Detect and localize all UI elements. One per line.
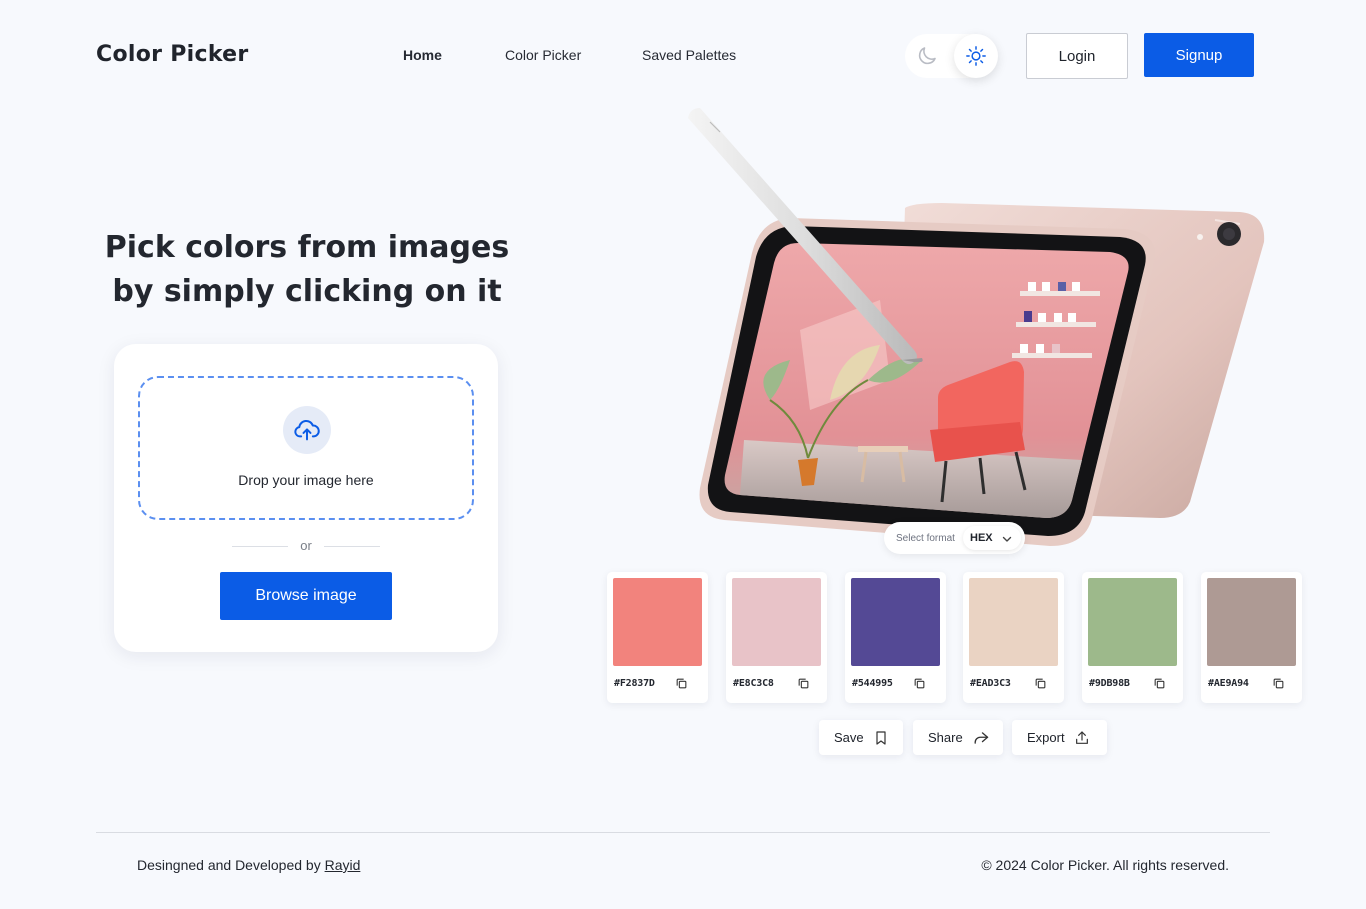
nav-color-picker[interactable]: Color Picker [505, 47, 581, 63]
save-button[interactable]: Save [819, 720, 903, 755]
login-button[interactable]: Login [1026, 33, 1128, 79]
cloud-upload-icon [283, 406, 331, 454]
swatch-color-chip[interactable] [732, 578, 821, 666]
divider-line-right [324, 546, 380, 547]
footer-credit: Desingned and Developed by Rayid [137, 857, 360, 873]
nav-home[interactable]: Home [403, 47, 442, 63]
swatch-color-chip[interactable] [613, 578, 702, 666]
format-selector: Select format HEX [884, 522, 1025, 554]
headline-line-1: Pick colors from images [104, 230, 510, 265]
format-value: HEX [970, 532, 993, 544]
swatch-hex-code: #E8C3C8 [733, 678, 774, 689]
footer-copyright: © 2024 Color Picker. All rights reserved… [981, 857, 1229, 873]
or-label: or [300, 538, 312, 553]
format-label: Select format [896, 533, 955, 544]
swatch-color-chip[interactable] [1207, 578, 1296, 666]
export-label: Export [1027, 730, 1065, 745]
share-button[interactable]: Share [913, 720, 1003, 755]
upload-icon [1075, 730, 1088, 744]
image-dropzone[interactable]: Drop your image here [138, 376, 474, 520]
color-swatch[interactable]: #EAD3C3 [963, 572, 1064, 703]
format-dropdown[interactable]: HEX [963, 526, 1021, 550]
copy-icon[interactable] [675, 677, 688, 690]
bookmark-icon [876, 730, 886, 745]
swatch-color-chip[interactable] [851, 578, 940, 666]
color-swatch[interactable]: #544995 [845, 572, 946, 703]
color-swatch[interactable]: #9DB98B [1082, 572, 1183, 703]
swatch-hex-code: #9DB98B [1089, 678, 1130, 689]
share-arrow-icon [974, 731, 988, 744]
share-label: Share [928, 730, 963, 745]
copy-icon[interactable] [1272, 677, 1285, 690]
swatch-hex-code: #F2837D [614, 678, 655, 689]
hero-headline: Pick colors from images by simply clicki… [98, 226, 516, 314]
drop-text: Drop your image here [238, 472, 374, 488]
credit-prefix: Desingned and Developed by [137, 857, 325, 873]
author-link[interactable]: Rayid [325, 857, 361, 873]
copy-icon[interactable] [797, 677, 810, 690]
headline-line-2: by simply clicking on it [112, 274, 502, 309]
or-divider: or [114, 538, 498, 554]
swatch-color-chip[interactable] [1088, 578, 1177, 666]
swatch-hex-code: #EAD3C3 [970, 678, 1011, 689]
copy-icon[interactable] [1153, 677, 1166, 690]
brand-logo[interactable]: Color Picker [96, 42, 249, 67]
sun-icon[interactable] [954, 34, 998, 78]
chevron-down-icon [1002, 536, 1012, 542]
moon-icon[interactable] [915, 44, 939, 68]
color-swatch[interactable]: #AE9A94 [1201, 572, 1302, 703]
nav-saved-palettes[interactable]: Saved Palettes [642, 47, 736, 63]
copy-icon[interactable] [913, 677, 926, 690]
swatch-hex-code: #AE9A94 [1208, 678, 1249, 689]
upload-card: Drop your image here or Browse image [114, 344, 498, 652]
swatch-hex-code: #544995 [852, 678, 893, 689]
save-label: Save [834, 730, 864, 745]
color-swatch[interactable]: #E8C3C8 [726, 572, 827, 703]
swatch-color-chip[interactable] [969, 578, 1058, 666]
signup-button[interactable]: Signup [1144, 33, 1254, 77]
color-swatch[interactable]: #F2837D [607, 572, 708, 703]
theme-toggle[interactable] [905, 34, 998, 78]
export-button[interactable]: Export [1012, 720, 1107, 755]
copy-icon[interactable] [1034, 677, 1047, 690]
hero-tablet-image [688, 108, 1265, 546]
browse-image-button[interactable]: Browse image [220, 572, 392, 620]
footer-divider [96, 832, 1270, 833]
